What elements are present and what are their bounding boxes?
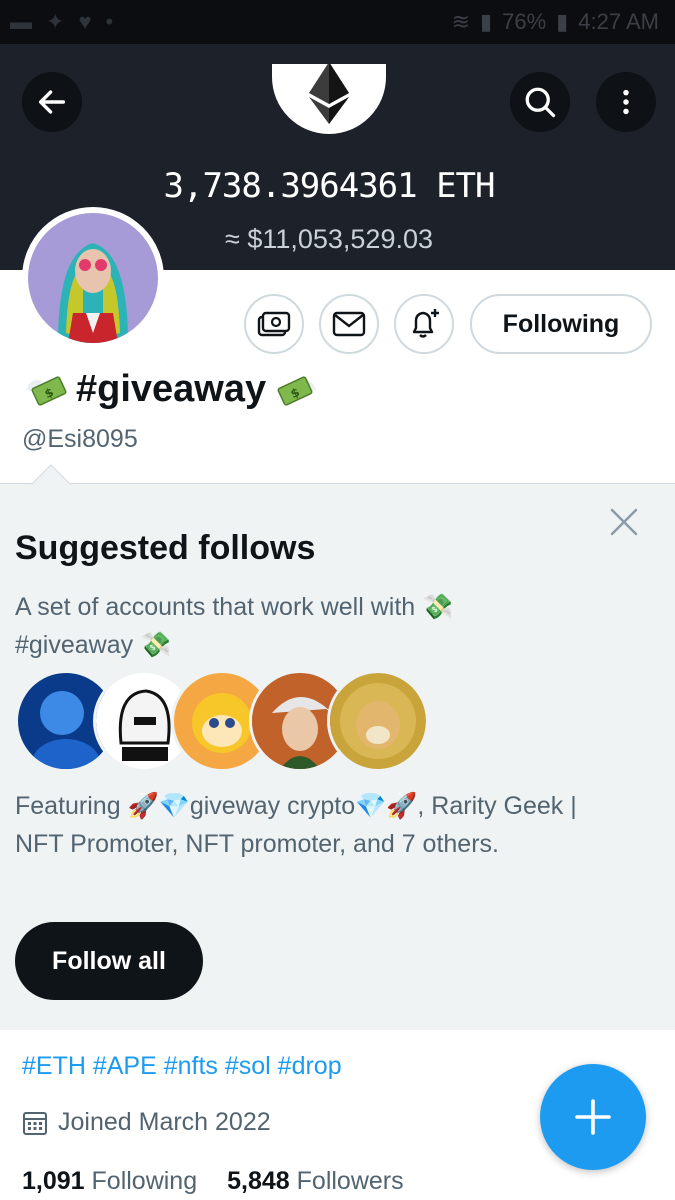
- compose-tweet-button[interactable]: [540, 1064, 646, 1170]
- money-icon: 💸: [140, 631, 172, 659]
- user-handle: @Esi8095: [22, 425, 138, 453]
- followers-count: 5,848: [227, 1167, 290, 1195]
- money-wings-icon: $: [277, 375, 317, 406]
- mail-icon: [332, 311, 366, 337]
- followers-label: Followers: [296, 1167, 404, 1195]
- display-name-text: #giveaway: [76, 368, 267, 410]
- featuring-line-1: Featuring 🚀💎giveway crypto💎🚀, Rarity Gee…: [15, 792, 577, 820]
- signal-icon: ▮: [480, 9, 493, 34]
- app-icon: ✦: [46, 9, 65, 34]
- wifi-icon: ≋: [451, 9, 471, 34]
- following-button[interactable]: Following: [470, 294, 652, 354]
- suggested-follows-panel: Suggested follows A set of accounts that…: [0, 464, 675, 1030]
- dismiss-button[interactable]: [606, 504, 642, 540]
- tip-money-icon: [257, 311, 291, 337]
- profile-avatar[interactable]: [22, 207, 164, 349]
- status-system-icons: ≋ ▮ 76% ▮ 4:27 AM: [452, 9, 659, 35]
- battery-percent: 76%: [502, 9, 547, 34]
- search-button[interactable]: [510, 72, 570, 132]
- heart-icon: ♥: [78, 9, 92, 34]
- back-arrow-icon: [38, 90, 66, 114]
- suggested-avatars: [15, 670, 435, 774]
- money-wings-icon: $: [26, 375, 67, 406]
- panel-caret: [31, 464, 71, 504]
- search-icon: [525, 87, 556, 118]
- joined-date: Joined March 2022: [22, 1108, 271, 1137]
- money-icon: 💸: [422, 593, 454, 621]
- following-count-link[interactable]: 1,091 Following: [22, 1167, 197, 1196]
- ethereum-icon: [309, 64, 349, 124]
- ethereum-logo: [272, 64, 386, 134]
- more-vertical-icon: [623, 89, 629, 115]
- follow-counts: 1,091 Following 5,848 Followers: [22, 1167, 404, 1196]
- suggested-title: Suggested follows: [15, 529, 316, 567]
- suggested-description: A set of accounts that work well with 💸 …: [15, 588, 575, 664]
- back-button[interactable]: [22, 72, 82, 132]
- notification-bell-icon: [412, 309, 439, 338]
- display-name: $ #giveaway $: [22, 368, 320, 411]
- joined-text: Joined March 2022: [58, 1108, 271, 1136]
- description-hashtag: #giveaway: [15, 631, 134, 659]
- eth-balance: 3,738.3964361 ETH: [163, 166, 496, 206]
- plus-icon: [575, 1099, 611, 1135]
- message-button[interactable]: [319, 294, 379, 354]
- avatar-image: [28, 213, 158, 343]
- status-bar: ▬ ✦ ♥ • ≋ ▮ 76% ▮ 4:27 AM: [0, 0, 675, 44]
- more-options-button[interactable]: [596, 72, 656, 132]
- bio-hashtags[interactable]: #ETH #APE #nfts #sol #drop: [22, 1052, 342, 1081]
- notifications-button[interactable]: [394, 294, 454, 354]
- suggested-avatar-5[interactable]: [327, 670, 429, 772]
- followers-count-link[interactable]: 5,848 Followers: [227, 1167, 404, 1196]
- clock: 4:27 AM: [578, 9, 659, 34]
- avatar-image: [330, 673, 426, 769]
- battery-icon: ▮: [556, 9, 569, 34]
- following-label: Following: [91, 1167, 198, 1195]
- status-notification-icons: ▬ ✦ ♥ •: [10, 9, 113, 35]
- profile-screen: ▬ ✦ ♥ • ≋ ▮ 76% ▮ 4:27 AM 3,738.3964361 …: [0, 0, 675, 1200]
- close-icon: [610, 508, 638, 536]
- calendar-icon: [23, 1111, 47, 1135]
- description-text: A set of accounts that work well with: [15, 593, 416, 621]
- featuring-line-2: NFT Promoter, NFT promoter, and 7 others…: [15, 830, 499, 858]
- featuring-text: Featuring 🚀💎giveway crypto💎🚀, Rarity Gee…: [15, 787, 665, 863]
- follow-all-button[interactable]: Follow all: [15, 922, 203, 1000]
- following-count: 1,091: [22, 1167, 85, 1195]
- dot-icon: •: [105, 9, 114, 34]
- tip-button[interactable]: [244, 294, 304, 354]
- notification-icon: ▬: [10, 9, 32, 34]
